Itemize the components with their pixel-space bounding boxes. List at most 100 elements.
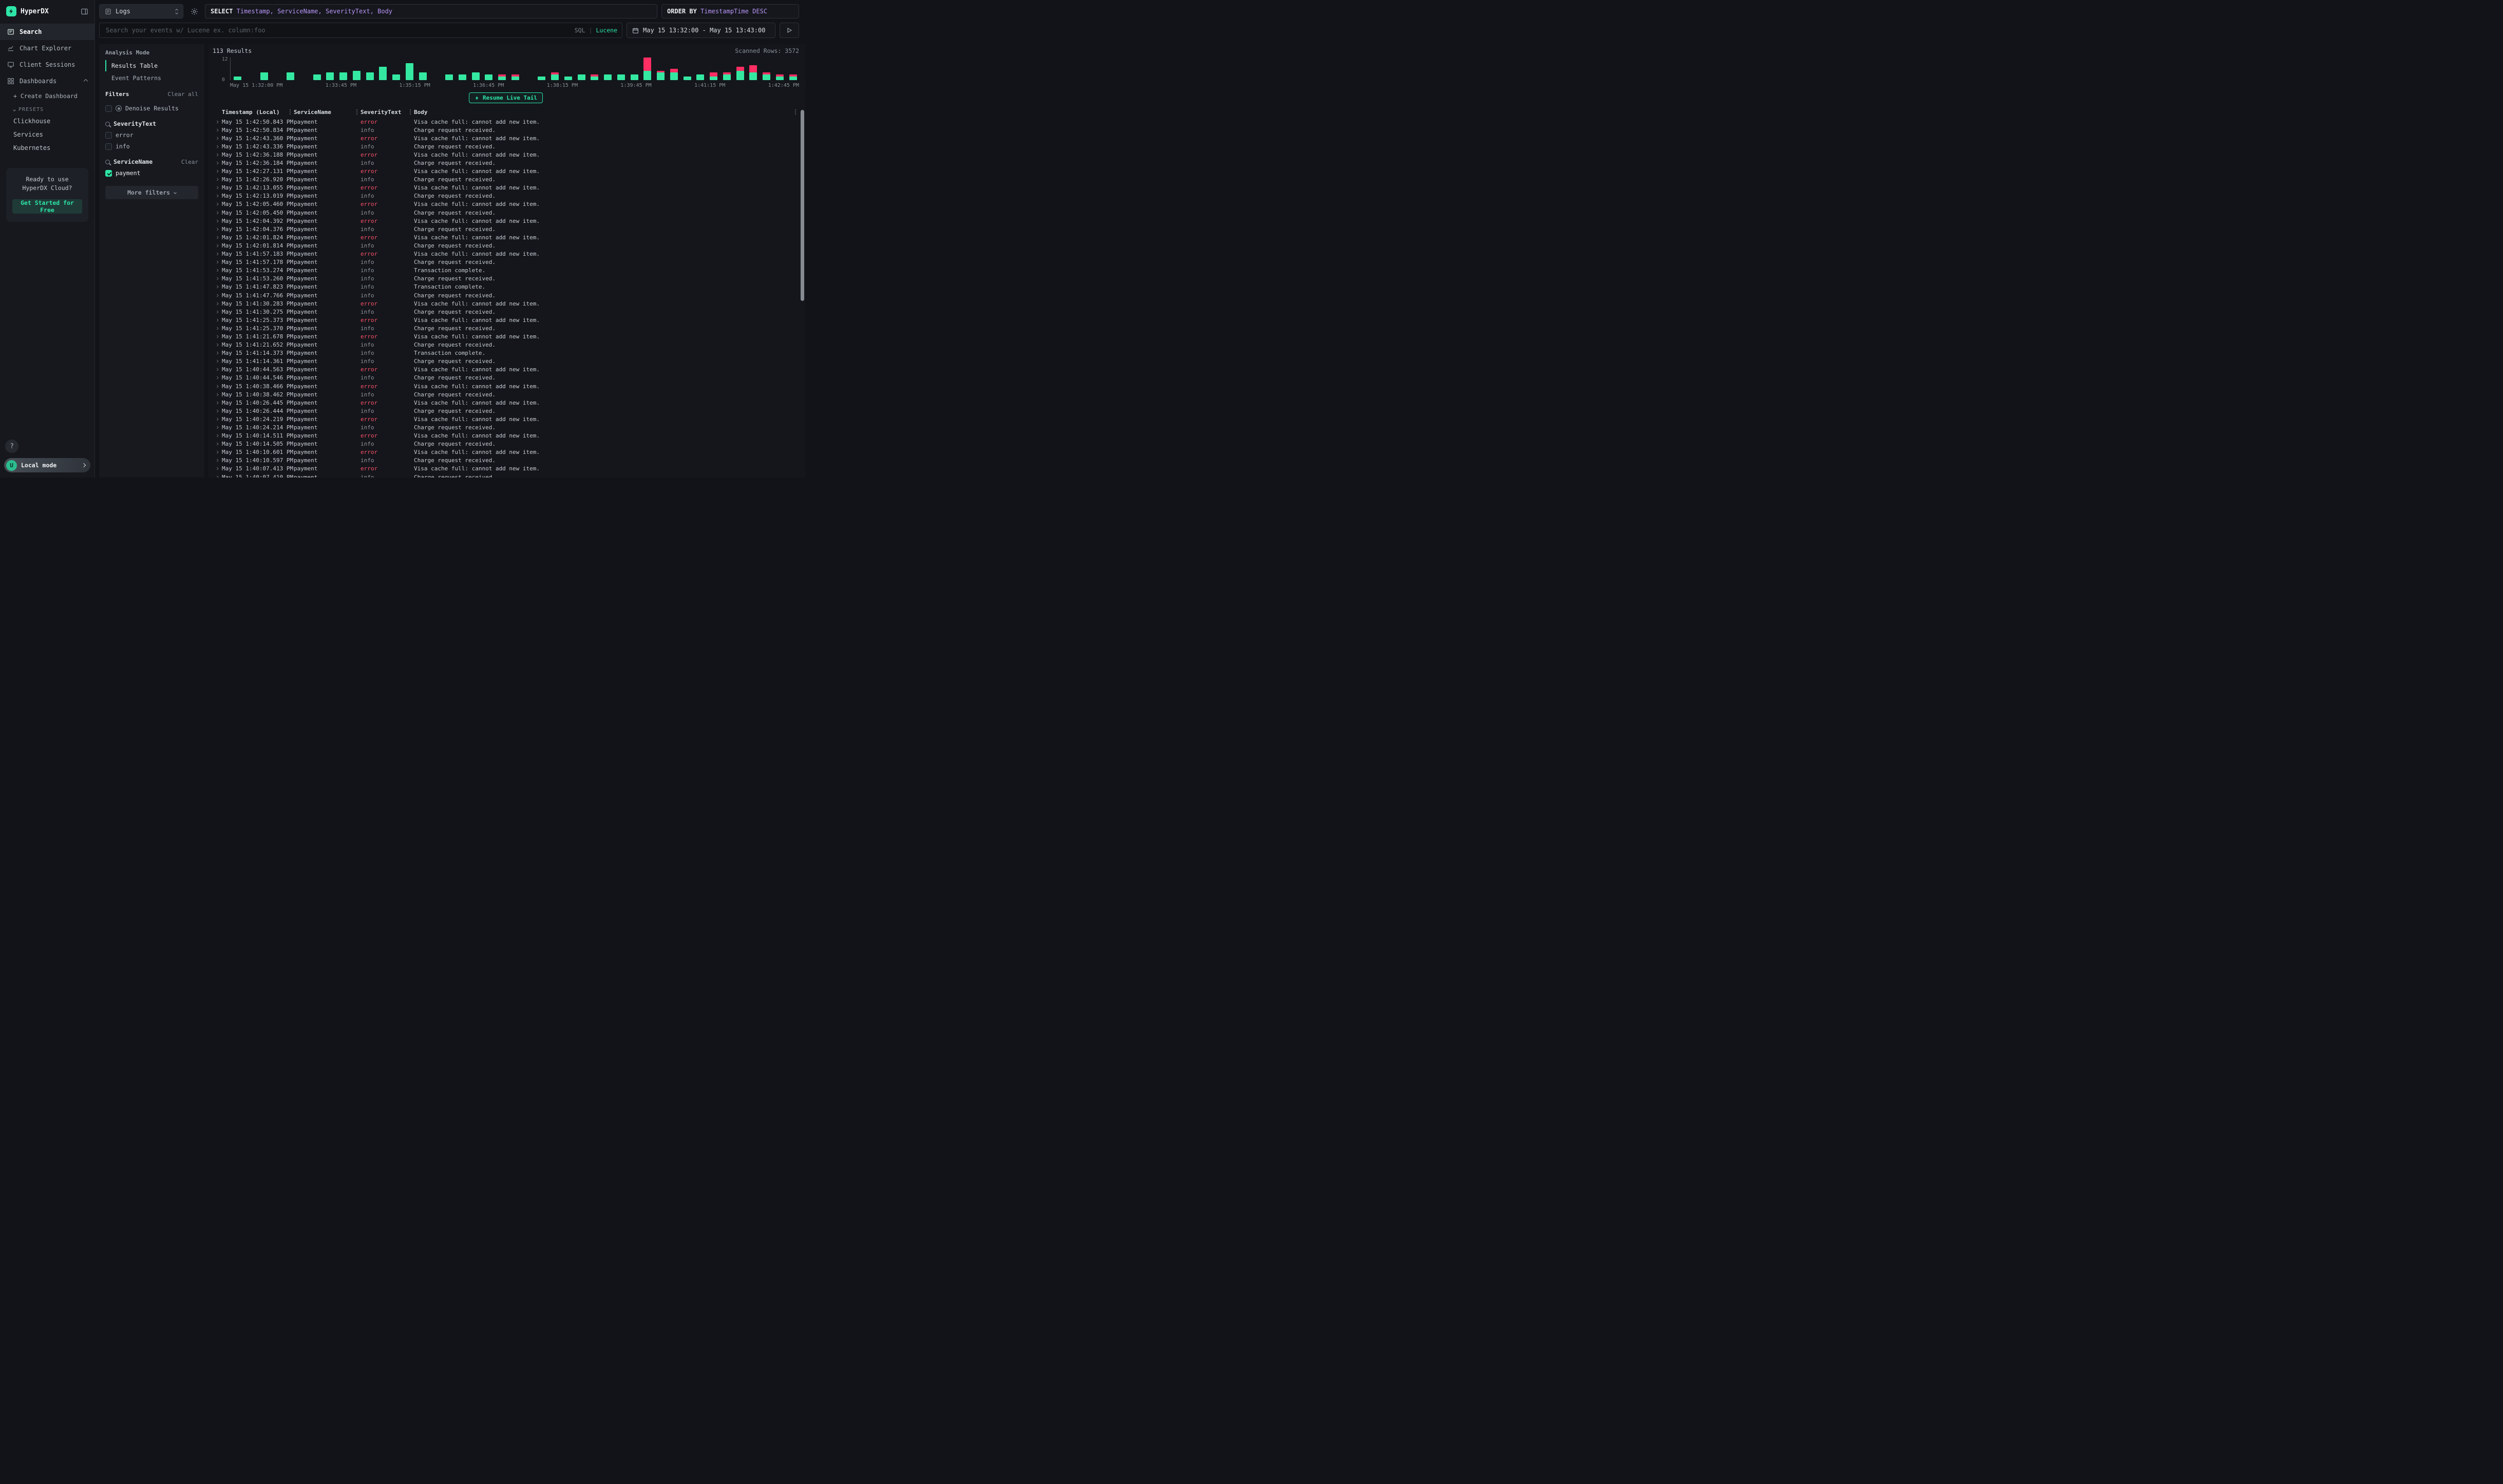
histogram-bar[interactable] <box>763 72 770 80</box>
histogram-bar[interactable] <box>287 72 294 80</box>
table-row[interactable]: May 15 1:41:14.373 PMpaymentinfoTransact… <box>213 349 799 357</box>
column-header-severitytext[interactable]: SeverityText <box>361 109 414 116</box>
row-expand-chevron-icon[interactable] <box>213 243 222 248</box>
table-row[interactable]: May 15 1:42:04.392 PMpaymenterrorVisa ca… <box>213 217 799 225</box>
local-mode-button[interactable]: U Local mode <box>4 458 90 472</box>
table-row[interactable]: May 15 1:41:14.361 PMpaymentinfoCharge r… <box>213 357 799 366</box>
histogram-bar[interactable] <box>445 74 453 80</box>
table-row[interactable]: May 15 1:42:43.360 PMpaymenterrorVisa ca… <box>213 134 799 142</box>
table-row[interactable]: May 15 1:41:25.373 PMpaymenterrorVisa ca… <box>213 316 799 324</box>
create-dashboard-link[interactable]: + Create Dashboard <box>0 89 94 103</box>
row-expand-chevron-icon[interactable] <box>213 202 222 206</box>
sidebar-item-chart-explorer[interactable]: Chart Explorer <box>0 40 94 56</box>
histogram-bar[interactable] <box>260 72 268 80</box>
histogram-bar[interactable] <box>538 77 545 80</box>
row-expand-chevron-icon[interactable] <box>213 318 222 322</box>
source-select[interactable]: Logs <box>99 4 183 18</box>
table-row[interactable]: May 15 1:40:26.444 PMpaymentinfoCharge r… <box>213 407 799 415</box>
row-expand-chevron-icon[interactable] <box>213 343 222 347</box>
sidebar-item-dashboards[interactable]: Dashboards <box>0 73 94 89</box>
preset-services[interactable]: Services <box>0 128 94 141</box>
row-expand-chevron-icon[interactable] <box>213 367 222 372</box>
resume-live-tail-button[interactable]: Resume Live Tail <box>469 92 543 103</box>
row-expand-chevron-icon[interactable] <box>213 450 222 454</box>
column-header-servicename[interactable]: ServiceName <box>294 109 361 116</box>
column-resize-handle[interactable] <box>356 109 361 115</box>
vertical-scrollbar[interactable] <box>801 110 804 301</box>
table-row[interactable]: May 15 1:42:26.920 PMpaymentinfoCharge r… <box>213 176 799 184</box>
column-resize-handle[interactable] <box>410 109 414 115</box>
row-expand-chevron-icon[interactable] <box>213 235 222 240</box>
column-header-body[interactable]: Body <box>414 109 799 116</box>
help-button[interactable]: ? <box>5 440 18 453</box>
table-row[interactable]: May 15 1:40:10.601 PMpaymenterrorVisa ca… <box>213 448 799 456</box>
row-expand-chevron-icon[interactable] <box>213 144 222 149</box>
row-expand-chevron-icon[interactable] <box>213 359 222 364</box>
table-row[interactable]: May 15 1:41:47.766 PMpaymentinfoCharge r… <box>213 291 799 299</box>
row-expand-chevron-icon[interactable] <box>213 475 222 478</box>
table-row[interactable]: May 15 1:40:38.466 PMpaymenterrorVisa ca… <box>213 382 799 390</box>
histogram-bar[interactable] <box>498 74 506 80</box>
histogram-bar[interactable] <box>551 72 559 80</box>
clear-all-filters-link[interactable]: Clear all <box>167 91 198 98</box>
table-row[interactable]: May 15 1:40:07.410 PMpaymentinfoCharge r… <box>213 473 799 478</box>
histogram-bar[interactable] <box>353 71 361 80</box>
sidebar-item-search[interactable]: Search <box>0 24 94 40</box>
mode-event-patterns[interactable]: Event Patterns <box>105 72 198 84</box>
row-expand-chevron-icon[interactable] <box>213 375 222 380</box>
histogram-bar[interactable] <box>604 74 612 80</box>
histogram-bar[interactable] <box>406 63 413 80</box>
row-expand-chevron-icon[interactable] <box>213 301 222 306</box>
more-filters-button[interactable]: More filters <box>105 186 198 199</box>
row-expand-chevron-icon[interactable] <box>213 425 222 430</box>
run-query-button[interactable] <box>780 23 799 38</box>
table-row[interactable]: May 15 1:41:30.275 PMpaymentinfoCharge r… <box>213 308 799 316</box>
histogram-bar[interactable] <box>736 67 744 80</box>
histogram-bar[interactable] <box>657 71 665 80</box>
denoise-checkbox[interactable] <box>105 105 112 112</box>
table-row[interactable]: May 15 1:40:14.511 PMpaymenterrorVisa ca… <box>213 432 799 440</box>
table-row[interactable]: May 15 1:41:53.260 PMpaymentinfoCharge r… <box>213 275 799 283</box>
histogram-bar[interactable] <box>511 74 519 80</box>
facet-clear-link[interactable]: Clear <box>181 159 198 165</box>
table-options-icon[interactable] <box>795 109 799 115</box>
filter-option-info[interactable]: info <box>105 141 198 152</box>
table-row[interactable]: May 15 1:41:21.652 PMpaymentinfoCharge r… <box>213 341 799 349</box>
lucene-mode-toggle[interactable]: Lucene <box>596 27 617 34</box>
histogram-bar[interactable] <box>631 74 638 80</box>
order-by-input[interactable]: ORDER BY TimestampTime DESC <box>661 4 799 18</box>
histogram-bar[interactable] <box>313 74 321 80</box>
row-expand-chevron-icon[interactable] <box>213 401 222 405</box>
table-row[interactable]: May 15 1:40:14.505 PMpaymentinfoCharge r… <box>213 440 799 448</box>
table-row[interactable]: May 15 1:40:10.597 PMpaymentinfoCharge r… <box>213 456 799 465</box>
histogram-bar[interactable] <box>326 72 334 80</box>
histogram-bar[interactable] <box>670 69 678 80</box>
filter-option-error[interactable]: error <box>105 129 198 141</box>
row-expand-chevron-icon[interactable] <box>213 326 222 331</box>
row-expand-chevron-icon[interactable] <box>213 442 222 446</box>
row-expand-chevron-icon[interactable] <box>213 268 222 273</box>
histogram-bar[interactable] <box>696 74 704 80</box>
histogram-bar[interactable] <box>578 74 585 80</box>
histogram-bar[interactable] <box>776 74 784 80</box>
histogram-bar[interactable] <box>234 77 241 80</box>
row-expand-chevron-icon[interactable] <box>213 334 222 339</box>
row-expand-chevron-icon[interactable] <box>213 219 222 223</box>
table-row[interactable]: May 15 1:40:24.219 PMpaymenterrorVisa ca… <box>213 415 799 423</box>
column-header-timestamp[interactable]: Timestamp (Local) <box>222 109 294 116</box>
row-expand-chevron-icon[interactable] <box>213 458 222 463</box>
histogram-bar[interactable] <box>684 77 691 80</box>
histogram-bar[interactable] <box>591 74 598 80</box>
table-row[interactable]: May 15 1:42:50.834 PMpaymentinfoCharge r… <box>213 126 799 134</box>
row-expand-chevron-icon[interactable] <box>213 252 222 256</box>
histogram-bar[interactable] <box>723 72 731 80</box>
source-settings-gear-icon[interactable] <box>187 4 201 18</box>
histogram-bar[interactable] <box>564 77 572 80</box>
histogram-bar[interactable] <box>459 74 466 80</box>
table-row[interactable]: May 15 1:40:07.413 PMpaymenterrorVisa ca… <box>213 465 799 473</box>
get-started-button[interactable]: Get Started for Free <box>12 199 82 214</box>
histogram-bar[interactable] <box>485 74 492 80</box>
sql-mode-toggle[interactable]: SQL <box>575 27 585 34</box>
error-checkbox[interactable] <box>105 132 112 139</box>
table-row[interactable]: May 15 1:41:30.283 PMpaymenterrorVisa ca… <box>213 299 799 308</box>
